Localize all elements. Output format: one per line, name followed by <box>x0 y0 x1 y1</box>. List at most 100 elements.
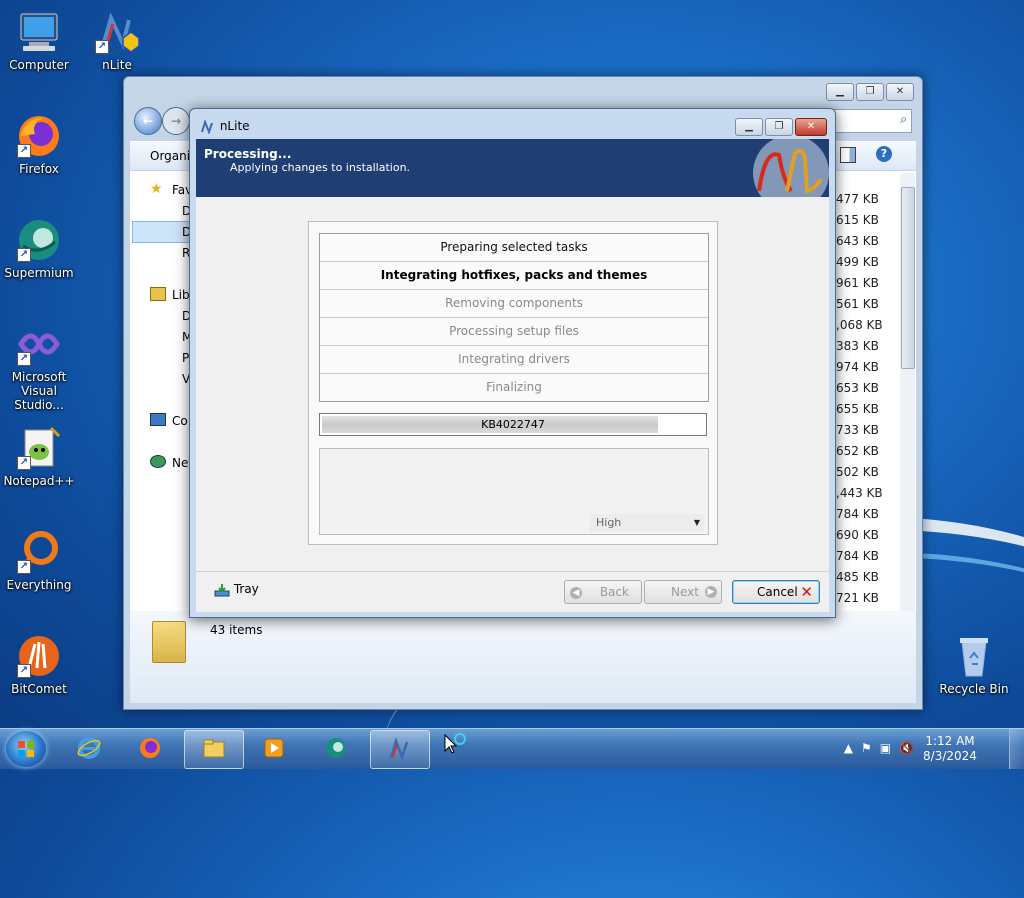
taskbar-nlite[interactable] <box>370 730 430 769</box>
notepadpp-icon: ↗ <box>15 424 63 472</box>
maximize-button[interactable]: ❐ <box>856 83 884 101</box>
nav-item-computer[interactable]: Co <box>172 414 188 428</box>
start-button[interactable] <box>6 731 46 767</box>
step-item-active: Integrating hotfixes, packs and themes <box>320 262 708 290</box>
shortcut-arrow-icon: ↗ <box>95 40 109 54</box>
everything-icon: ↗ <box>15 528 63 576</box>
clock-time: 1:12 AM <box>925 734 975 748</box>
shortcut-arrow-icon: ↗ <box>17 248 31 262</box>
desktop-icon-label: Notepad++ <box>3 474 75 488</box>
nlite-dialog[interactable]: nLite ▁ ❐ ✕ Processing... Applying chang… <box>189 108 836 618</box>
recycle-bin-icon <box>950 632 998 680</box>
priority-dropdown[interactable]: High ▼ <box>590 514 704 532</box>
vertical-scrollbar[interactable] <box>900 173 915 613</box>
system-tray: ▲ ⚑ ▣ 🔇 <box>844 741 914 755</box>
shortcut-arrow-icon: ↗ <box>17 664 31 678</box>
shortcut-arrow-icon: ↗ <box>17 456 31 470</box>
file-size: 643 KB <box>836 234 879 248</box>
forward-arrow-icon[interactable]: → <box>162 107 190 135</box>
desktop-icon-notepadpp[interactable]: ↗ Notepad++ <box>3 424 75 488</box>
header-title: Processing... <box>204 147 292 161</box>
windows-logo-icon <box>18 741 34 757</box>
desktop-icon-label: BitComet <box>11 682 67 696</box>
file-size: 383 KB <box>836 339 879 353</box>
desktop-icon-recycle-bin[interactable]: Recycle Bin <box>938 632 1010 696</box>
size-column: 477 KB 615 KB 643 KB 499 KB 961 KB 561 K… <box>836 189 896 609</box>
file-size: 485 KB <box>836 570 879 584</box>
desktop-icon-label: Computer <box>9 58 69 72</box>
cancel-button[interactable]: Cancel ✕ <box>732 580 820 604</box>
nav-item-libraries[interactable]: Lib <box>172 288 190 302</box>
shortcut-arrow-icon: ↗ <box>17 352 31 366</box>
step-item: Removing components <box>320 290 708 318</box>
desktop-icon-everything[interactable]: ↗ Everything <box>3 528 75 592</box>
file-size: 784 KB <box>836 507 879 521</box>
file-size: 561 KB <box>836 297 879 311</box>
taskbar-media-player[interactable] <box>245 730 303 767</box>
preview-pane-icon[interactable] <box>840 147 856 163</box>
internet-explorer-icon <box>77 737 101 759</box>
show-desktop-button[interactable] <box>1009 729 1024 769</box>
desktop-icon-label: Microsoft Visual Studio... <box>11 370 67 412</box>
next-arrow-icon: ▶ <box>705 586 717 598</box>
close-button[interactable]: ✕ <box>795 118 827 136</box>
close-button[interactable]: ✕ <box>886 83 914 101</box>
taskbar-firefox[interactable] <box>121 730 179 767</box>
header-subtitle: Applying changes to installation. <box>230 161 411 174</box>
show-hidden-icons-icon[interactable]: ▲ <box>844 741 853 755</box>
clock-date: 8/3/2024 <box>923 749 977 763</box>
media-player-icon <box>264 738 284 758</box>
search-input[interactable]: ⌕ <box>830 109 912 133</box>
desktop-icon-nlite[interactable]: ↗ nLite <box>81 8 153 72</box>
step-item: Integrating drivers <box>320 346 708 374</box>
next-button[interactable]: Next ▶ <box>644 580 722 604</box>
dialog-caption-buttons: ▁ ❐ ✕ <box>735 118 827 136</box>
desktop-icon-computer[interactable]: Computer <box>3 8 75 72</box>
dialog-footer: Tray ◀ Back Next ▶ Cancel ✕ <box>196 571 829 612</box>
taskbar-supermium[interactable] <box>307 730 365 767</box>
file-size: 653 KB <box>836 381 879 395</box>
scrollbar-thumb[interactable] <box>901 187 915 369</box>
firefox-icon <box>140 738 160 758</box>
back-arrow-icon[interactable]: ← <box>134 107 162 135</box>
computer-small-icon <box>150 413 166 426</box>
desktop-icon-firefox[interactable]: ↗ Firefox <box>3 112 75 176</box>
folder-icon <box>152 621 186 663</box>
shortcut-arrow-icon: ↗ <box>17 144 31 158</box>
maximize-button[interactable]: ❐ <box>765 118 793 136</box>
processing-panel: Preparing selected tasks Integrating hot… <box>308 221 718 545</box>
next-label: Next <box>671 585 699 599</box>
tray-label: Tray <box>233 582 259 596</box>
desktop-icon-label: Recycle Bin <box>939 682 1009 696</box>
nlite-icon: ↗ <box>93 8 141 56</box>
action-center-flag-icon[interactable]: ⚑ <box>861 741 872 755</box>
file-size: 655 KB <box>836 402 879 416</box>
back-button[interactable]: ◀ Back <box>564 580 642 604</box>
tray-button[interactable]: Tray <box>214 582 259 597</box>
step-item: Preparing selected tasks <box>320 234 708 262</box>
file-size: ,443 KB <box>836 486 883 500</box>
desktop-icon-supermium[interactable]: ↗ Supermium <box>3 216 75 280</box>
cancel-label: Cancel <box>757 585 798 599</box>
network-icon[interactable]: ▣ <box>880 741 891 755</box>
file-size: 721 KB <box>836 591 879 605</box>
dialog-header: Processing... Applying changes to instal… <box>196 139 829 197</box>
system-clock[interactable]: 1:12 AM 8/3/2024 <box>920 734 980 764</box>
tray-icon <box>214 583 230 597</box>
firefox-icon: ↗ <box>15 112 63 160</box>
minimize-button[interactable]: ▁ <box>735 118 763 136</box>
taskbar: ▲ ⚑ ▣ 🔇 1:12 AM 8/3/2024 <box>0 728 1024 769</box>
folder-icon <box>203 739 225 758</box>
taskbar-ie[interactable] <box>60 730 118 767</box>
volume-muted-icon[interactable]: 🔇 <box>899 741 914 755</box>
taskbar-explorer[interactable] <box>184 730 244 769</box>
nlite-icon <box>389 737 409 761</box>
minimize-button[interactable]: ▁ <box>826 83 854 101</box>
help-icon[interactable]: ? <box>876 146 892 162</box>
desktop-icon-visual-studio[interactable]: ↗ Microsoft Visual Studio... <box>3 320 75 412</box>
nlite-logo-icon <box>753 139 829 197</box>
file-size: 499 KB <box>836 255 879 269</box>
file-size: 652 KB <box>836 444 879 458</box>
desktop-icon-bitcomet[interactable]: ↗ BitComet <box>3 632 75 696</box>
visual-studio-icon: ↗ <box>15 320 63 368</box>
